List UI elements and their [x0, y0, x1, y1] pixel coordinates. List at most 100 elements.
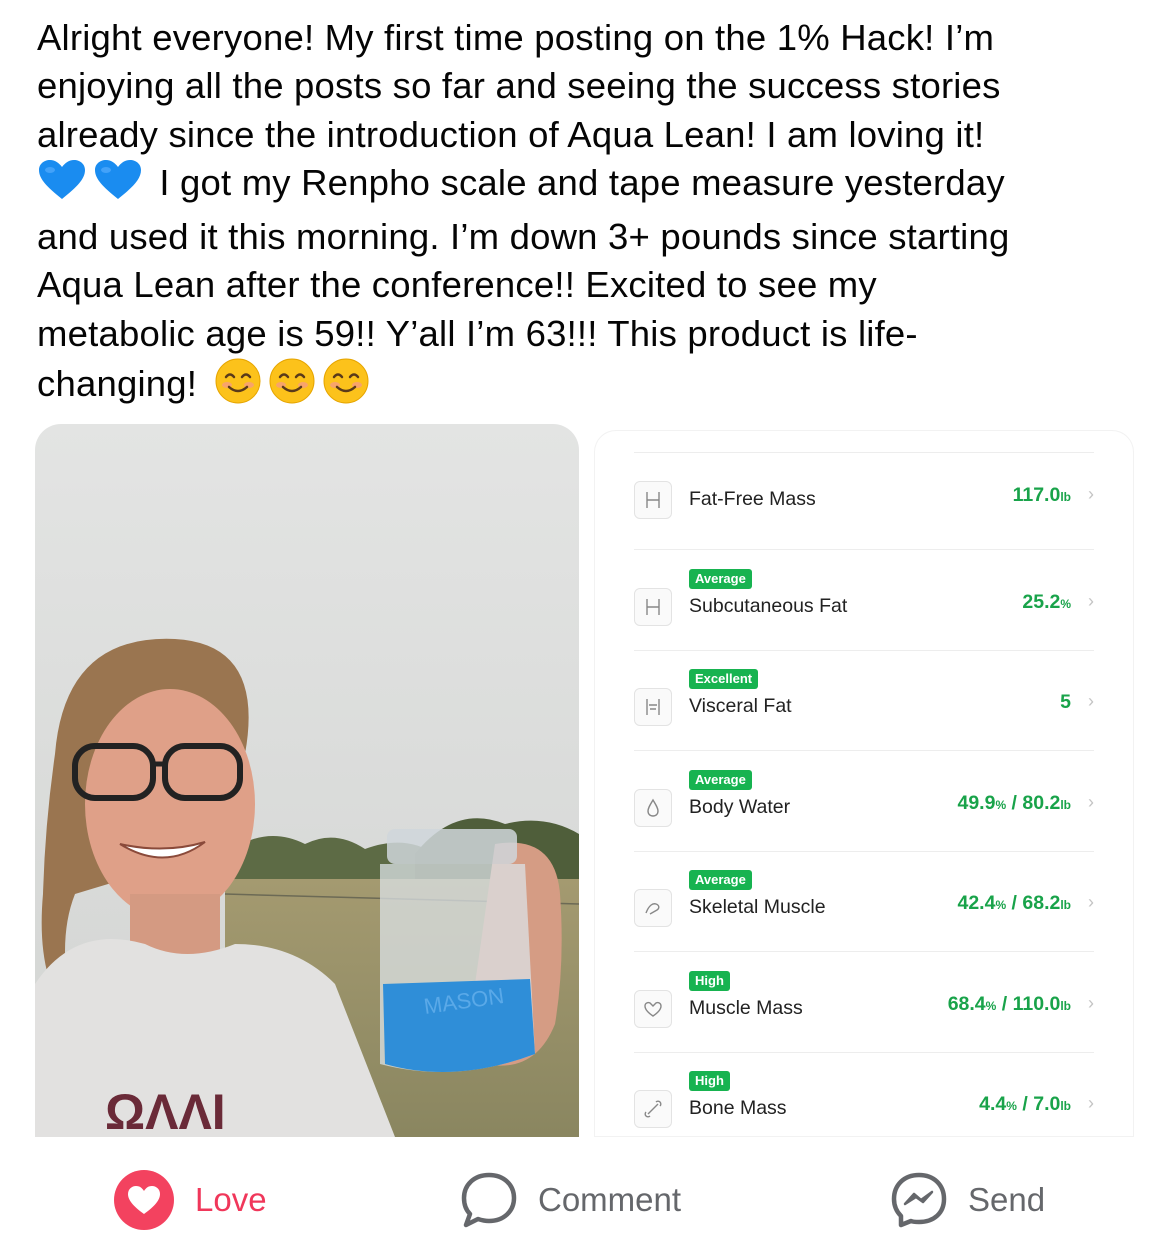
metric-value-unit: % — [1060, 597, 1071, 611]
metric-label: Bone Mass — [689, 1097, 787, 1119]
metric-label: Body Water — [689, 796, 791, 818]
status-badge: High — [689, 1071, 730, 1091]
divider — [634, 750, 1094, 751]
metric-value-number: 80.2 — [1022, 792, 1061, 814]
face — [85, 689, 255, 919]
smiling-face-icon — [215, 358, 261, 416]
metric-value: 5 — [1060, 691, 1071, 714]
smiling-face-icon — [323, 358, 369, 416]
post-text: Alright everyone! My first time posting … — [37, 14, 1137, 416]
value-separator: / — [1016, 1093, 1034, 1115]
post-line: metabolic age is 59!! Y’all I’m 63!!! Th… — [37, 312, 918, 354]
status-badge: Average — [689, 870, 752, 890]
metric-value: 117.0lb — [1013, 484, 1071, 507]
metric-label: Visceral Fat — [689, 695, 792, 717]
mason-jar: MASON — [380, 829, 535, 1072]
metric-row[interactable]: Average Skeletal Muscle 42.4% / 68.2lb › — [594, 852, 1134, 952]
post-line: and used it this morning. I’m down 3+ po… — [37, 216, 1010, 258]
status-badge: Excellent — [689, 669, 759, 689]
chevron-right-icon: › — [1088, 792, 1094, 812]
divider — [634, 951, 1094, 952]
metric-row[interactable]: Excellent Visceral Fat 5 › — [594, 651, 1134, 751]
metric-value: 68.4% / 110.0lb — [948, 993, 1071, 1016]
love-label: Love — [195, 1181, 267, 1218]
comment-button[interactable]: Comment — [460, 1160, 681, 1240]
chevron-right-icon: › — [1088, 591, 1094, 611]
smiling-face-icon — [269, 358, 315, 416]
metric-row[interactable]: High Bone Mass 4.4% / 7.0lb › — [594, 1053, 1134, 1137]
metric-value-number: 117.0 — [1012, 484, 1061, 506]
metric-value: 49.9% / 80.2lb — [957, 792, 1071, 815]
metric-value-unit: % — [1006, 1099, 1017, 1113]
post-line: I got my Renpho scale and tape measure y… — [149, 161, 1005, 203]
post-photo[interactable]: ΩΛΛΙ MASON — [35, 424, 579, 1137]
comment-icon — [461, 1172, 517, 1228]
metric-value-number: 110.0 — [1012, 993, 1061, 1015]
body-outline-icon — [634, 588, 672, 626]
metric-value-unit: lb — [1060, 999, 1071, 1013]
muscle-icon — [634, 889, 672, 927]
metric-value-number: 7.0 — [1033, 1093, 1061, 1115]
metric-value-unit: lb — [1060, 490, 1071, 504]
metric-value-number: 42.4 — [957, 892, 996, 914]
metric-value-number: 25.2 — [1022, 591, 1061, 613]
metric-value-number: 68.4 — [947, 993, 986, 1015]
heart-muscle-icon — [634, 990, 672, 1028]
metric-value-number: 68.2 — [1022, 892, 1061, 914]
metric-value: 4.4% / 7.0lb — [979, 1093, 1071, 1116]
post-line: Alright everyone! My first time posting … — [37, 17, 995, 58]
metric-label: Skeletal Muscle — [689, 896, 826, 918]
metric-value-number: 4.4 — [979, 1093, 1007, 1115]
value-separator: / — [1006, 792, 1023, 814]
metric-label: Muscle Mass — [689, 997, 803, 1019]
metric-value-unit: % — [985, 999, 997, 1013]
body-outline-icon — [634, 481, 672, 519]
send-label: Send — [968, 1181, 1046, 1218]
chevron-right-icon: › — [1088, 892, 1094, 912]
post-line-with-smiles: changing! — [37, 358, 1137, 416]
metric-value-unit: lb — [1060, 798, 1071, 812]
metric-value-unit: lb — [1060, 1099, 1071, 1113]
divider — [634, 549, 1094, 550]
metric-row[interactable]: High Muscle Mass 68.4% / 110.0lb › — [594, 953, 1134, 1053]
torso-icon — [634, 688, 672, 726]
metric-value-unit: % — [995, 898, 1007, 912]
action-bar: Love Comment Send — [0, 1160, 1170, 1240]
post-line: enjoying all the posts so far and seeing… — [37, 65, 1001, 107]
messenger-icon — [891, 1172, 947, 1228]
value-separator: / — [996, 993, 1013, 1015]
status-badge: High — [689, 971, 730, 991]
status-badge: Average — [689, 569, 752, 589]
send-button[interactable]: Send — [890, 1160, 1045, 1240]
metric-row[interactable]: Fat-Free Mass 117.0lb › — [594, 450, 1134, 550]
chevron-right-icon: › — [1088, 1093, 1094, 1113]
post-line: Aqua Lean after the conference!! Excited… — [37, 264, 877, 306]
metric-value-number: 49.9 — [957, 792, 996, 814]
metric-label: Fat-Free Mass — [689, 488, 816, 510]
chevron-right-icon: › — [1088, 484, 1094, 504]
status-badge: Average — [689, 770, 752, 790]
metric-value: 25.2% — [1022, 591, 1071, 614]
metric-value: 42.4% / 68.2lb — [957, 892, 1071, 915]
metric-label: Subcutaneous Fat — [689, 595, 848, 617]
love-button[interactable]: Love — [113, 1160, 267, 1240]
metric-value-number: 5 — [1060, 691, 1071, 713]
post-line: already since the introduction of Aqua L… — [37, 113, 985, 155]
chevron-right-icon: › — [1088, 691, 1094, 711]
metric-value-unit: % — [995, 798, 1007, 812]
chevron-right-icon: › — [1088, 993, 1094, 1013]
body-composition-panel: Fat-Free Mass 117.0lb › Average Subcutaneous… — [594, 430, 1134, 1137]
blue-heart-icon — [37, 159, 87, 213]
water-drop-icon — [634, 789, 672, 827]
bone-icon — [634, 1090, 672, 1128]
metric-row[interactable]: Average Body Water 49.9% / 80.2lb › — [594, 752, 1134, 852]
comment-label: Comment — [538, 1181, 682, 1218]
love-reaction-icon — [114, 1170, 174, 1230]
metric-value-unit: lb — [1060, 898, 1071, 912]
sweatshirt-print: ΩΛΛΙ — [105, 1084, 226, 1137]
metric-row[interactable]: Average Subcutaneous Fat 25.2% › — [594, 551, 1134, 651]
post-line-with-hearts: I got my Renpho scale and tape measure y… — [37, 159, 1137, 213]
value-separator: / — [1006, 892, 1023, 914]
blue-heart-icon — [93, 159, 143, 213]
post-line: changing! — [37, 363, 198, 405]
